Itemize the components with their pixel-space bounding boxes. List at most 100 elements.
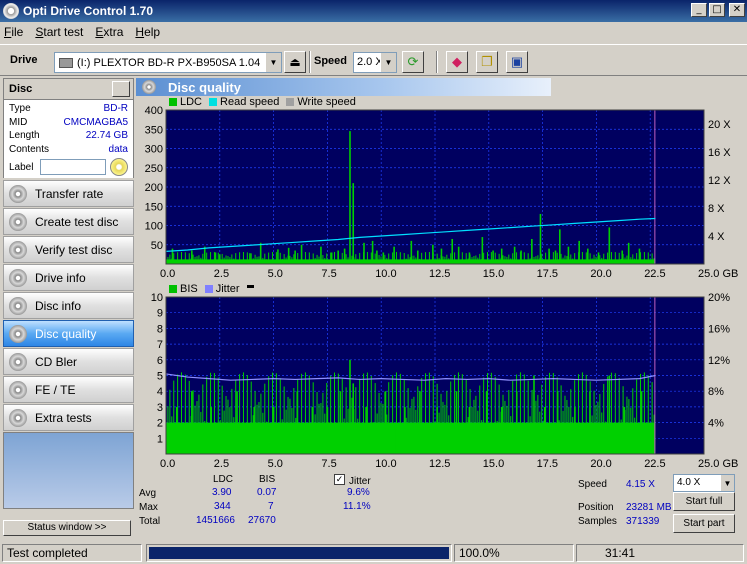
nav-transfer-rate[interactable]: Transfer rate	[3, 180, 134, 207]
toolbar-separator	[436, 51, 438, 73]
stats-header-ldc: LDC	[213, 474, 234, 485]
x-tick-label: 10.0	[375, 268, 396, 280]
toolbar: Drive (I:) PLEXTOR BD-R PX-B950SA 1.04 ▼…	[0, 44, 747, 76]
nav-label: Create test disc	[35, 214, 119, 229]
stats-max-bis: 7	[268, 501, 274, 512]
close-button[interactable]: ✕	[729, 3, 745, 17]
eject-button[interactable]: ⏏	[284, 51, 306, 73]
info-key: Type	[9, 103, 31, 114]
start-part-button[interactable]: Start part	[673, 514, 735, 533]
nav-label: Verify test disc	[35, 242, 113, 257]
y-tick-label: 2	[157, 418, 163, 430]
menu-help[interactable]: Help	[135, 25, 160, 39]
y-tick-label: 9	[157, 308, 163, 320]
jitter-checkbox[interactable]: ✓	[334, 474, 345, 485]
refresh-icon: ⟳	[407, 54, 419, 69]
test-speed-select[interactable]: 4.0 X ▼	[673, 474, 735, 492]
maximize-button[interactable]: □	[709, 3, 725, 17]
nav-extra-tests[interactable]: Extra tests	[3, 404, 134, 431]
disc-icon	[9, 380, 27, 399]
x-tick-label: 7.5	[321, 458, 336, 470]
start-full-button[interactable]: Start full	[673, 492, 735, 511]
y-tick-label: 7	[157, 339, 163, 351]
info-value: BD-R	[103, 103, 128, 114]
drive-label: Drive	[10, 54, 38, 66]
x-tick-label: 22.5	[644, 458, 665, 470]
chevron-down-icon[interactable]: ▼	[720, 475, 734, 491]
nav-verify-test-disc[interactable]: Verify test disc	[3, 236, 134, 263]
disc-header: Disc	[3, 78, 134, 100]
x-tick-label: 20.0	[590, 268, 611, 280]
erase-button[interactable]: ◆	[446, 51, 468, 73]
disc-icon	[9, 324, 27, 343]
info-row-mid: MID CMCMAGBA5	[9, 116, 128, 130]
nav-create-test-disc[interactable]: Create test disc	[3, 208, 134, 235]
x-tick-label: 12.5	[429, 458, 450, 470]
info-row-length: Length 22.74 GB	[9, 129, 128, 143]
nav-label: FE / TE	[35, 382, 76, 397]
x-tick-label: 25.0 GB	[698, 268, 738, 280]
refresh-button[interactable]: ⟳	[402, 51, 424, 73]
legend-swatch	[209, 98, 218, 106]
speed-select[interactable]: 2.0 X ▼	[353, 52, 397, 73]
chevron-down-icon[interactable]: ▼	[380, 53, 396, 72]
disc-refresh-button[interactable]	[112, 81, 130, 97]
left-panel: Disc Type BD-R MID CMCMAGBA5 Length 22.74 G…	[3, 78, 134, 538]
nav-disc-info[interactable]: Disc info	[3, 292, 134, 319]
stats-row-label: Avg	[139, 488, 157, 499]
nav-disc-quality[interactable]: Disc quality	[3, 320, 134, 347]
y2-tick-label: 16%	[708, 323, 730, 335]
stats-row-label: Max	[139, 502, 158, 513]
status-window-button[interactable]: Status window >>	[3, 520, 131, 536]
chart-svg: 0.0 2.5 5.0 7.5 10.0 12.5 15.0 17.5 20.0 22.5 25.0…	[151, 292, 739, 470]
x-tick-label: 20.0	[590, 458, 611, 470]
nav-fe-te[interactable]: FE / TE	[3, 376, 134, 403]
nav-label: CD Bler	[35, 354, 78, 369]
y2-tick-label: 12 X	[708, 175, 731, 187]
stats-table: LDC BIS ✓ Jitter Avg 3.90 0.07 9.6% Max …	[136, 473, 556, 533]
y-tick-label: 10	[151, 292, 163, 304]
copy-icon: ❐	[481, 54, 493, 69]
menu-bar: File Start test Extra Help	[0, 22, 747, 42]
jitter-checkbox-label: Jitter	[349, 476, 371, 487]
y2-tick-label: 12%	[708, 355, 730, 367]
title-bar: Opti Drive Control 1.70 _ □ ✕	[0, 0, 747, 22]
panel-header: Disc quality	[136, 78, 551, 96]
y-tick-label: 5	[157, 371, 163, 383]
drive-select[interactable]: (I:) PLEXTOR BD-R PX-B950SA 1.04 ▼	[54, 52, 282, 73]
x-tick-label: 0.0	[160, 458, 175, 470]
drive-icon	[59, 57, 73, 68]
legend-swatch	[246, 284, 254, 288]
disc-icon	[9, 212, 27, 231]
info-value: data	[108, 143, 128, 155]
label-input[interactable]	[40, 159, 107, 175]
status-text: Test completed	[2, 544, 142, 562]
position-label: Position	[578, 502, 614, 513]
chevron-down-icon[interactable]: ▼	[265, 53, 281, 72]
x-tick-label: 2.5	[214, 268, 229, 280]
x-tick-label: 17.5	[537, 458, 558, 470]
y-tick-label: 8	[157, 323, 163, 335]
copy-button[interactable]: ❐	[476, 51, 498, 73]
nav-drive-info[interactable]: Drive info	[3, 264, 134, 291]
nav-label: Transfer rate	[35, 186, 104, 201]
x-tick-label: 15.0	[483, 268, 504, 280]
eraser-icon: ◆	[452, 54, 462, 69]
test-speed-value: 4.0 X	[677, 477, 701, 488]
legend-swatch	[169, 98, 177, 106]
legend-swatch	[286, 98, 295, 106]
menu-extra[interactable]: Extra	[95, 25, 123, 39]
app-disc-icon	[3, 3, 19, 19]
progress-fill	[149, 547, 449, 559]
label-row: Label	[9, 158, 129, 176]
speed-info-value: 4.15 X	[626, 479, 655, 490]
stats-header-bis: BIS	[259, 474, 276, 485]
save-button[interactable]: ▣	[506, 51, 528, 73]
menu-start-test[interactable]: Start test	[35, 25, 83, 39]
x-tick-label: 7.5	[321, 268, 336, 280]
label-disc-button[interactable]	[110, 158, 129, 176]
nav-cd-bler[interactable]: CD Bler	[3, 348, 134, 375]
menu-file[interactable]: File	[4, 25, 23, 39]
stats-row-label: Total	[139, 516, 161, 527]
minimize-button[interactable]: _	[691, 3, 707, 17]
